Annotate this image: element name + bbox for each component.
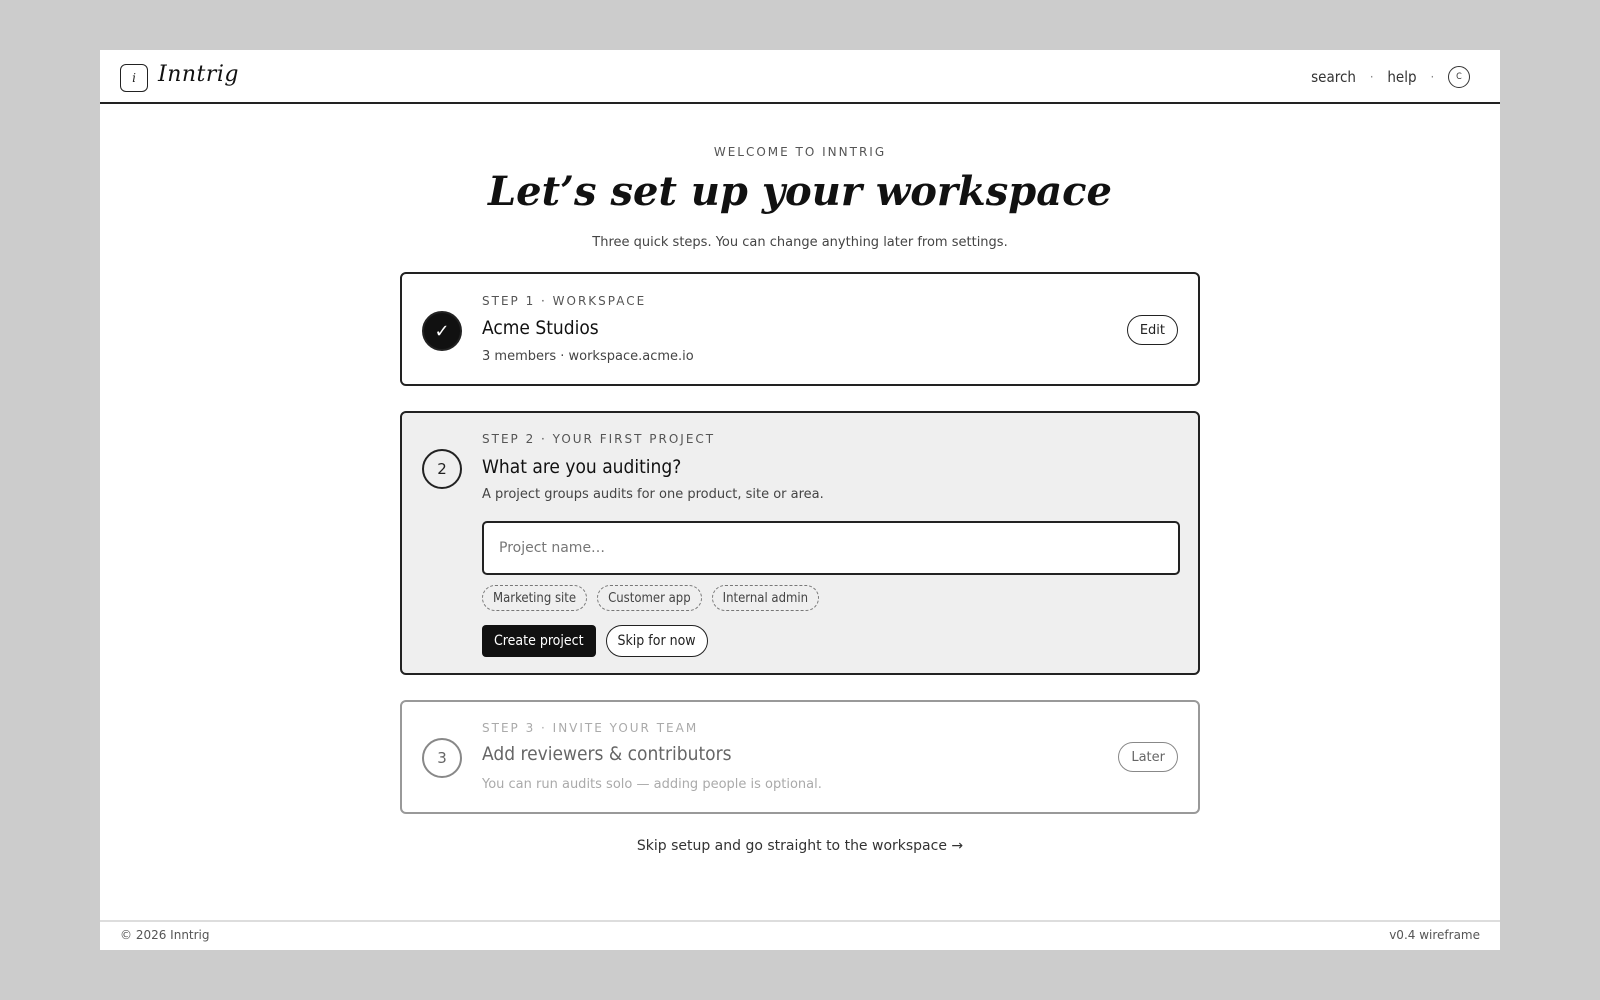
step-label: STEP 1 · WORKSPACE	[482, 294, 647, 308]
help-link[interactable]: help	[1387, 68, 1416, 86]
page-title: Let’s set up your workspace	[488, 168, 1112, 215]
step-number: 3	[422, 738, 462, 778]
footer: © 2026 Inntrig v0.4 wireframe	[100, 920, 1500, 950]
suggestion-chip[interactable]: Customer app	[597, 585, 702, 611]
nav-separator: ·	[1369, 70, 1374, 84]
step-card-workspace: ✓ STEP 1 · WORKSPACE Acme Studios 3 memb…	[400, 272, 1200, 386]
copyright: © 2026 Inntrig	[120, 928, 210, 942]
step-title: Add reviewers & contributors	[482, 743, 732, 765]
step-card-team: 3 STEP 3 · INVITE YOUR TEAM Add reviewer…	[400, 700, 1200, 814]
edit-button[interactable]: Edit	[1126, 315, 1178, 345]
step-actions: Create project Skip for now	[482, 625, 708, 657]
top-nav: search · help · C	[1311, 65, 1470, 89]
step-description: 3 members · workspace.acme.io	[482, 349, 694, 364]
step-number: 2	[422, 449, 462, 489]
brand-name[interactable]: Inntrig	[158, 62, 239, 87]
logo-icon[interactable]: i	[120, 64, 148, 92]
nav-separator: ·	[1430, 70, 1434, 84]
step-title: What are you auditing?	[482, 456, 682, 478]
check-icon: ✓	[422, 311, 462, 351]
skip-setup-link-container: Skip setup and go straight to the worksp…	[100, 838, 1500, 854]
top-bar: i Inntrig search · help · C	[100, 50, 1500, 104]
step-card-project: 2 STEP 2 · YOUR FIRST PROJECT What are y…	[400, 411, 1200, 675]
suggestion-chip[interactable]: Marketing site	[482, 585, 588, 611]
search-link[interactable]: search	[1311, 68, 1356, 86]
suggestion-chip[interactable]: Internal admin	[711, 585, 820, 611]
welcome-eyebrow: WELCOME TO INNTRIG	[713, 145, 887, 159]
suggestion-chips: Marketing site Customer app Internal adm…	[482, 585, 820, 611]
skip-for-now-button[interactable]: Skip for now	[605, 625, 708, 657]
create-project-button[interactable]: Create project	[482, 625, 596, 657]
avatar[interactable]: C	[1448, 66, 1470, 88]
step-label: STEP 3 · INVITE YOUR TEAM	[482, 721, 699, 735]
later-button[interactable]: Later	[1118, 742, 1178, 772]
version-label: v0.4 wireframe	[1389, 928, 1480, 942]
step-label: STEP 2 · YOUR FIRST PROJECT	[482, 432, 716, 446]
page-subtitle: Three quick steps. You can change anythi…	[592, 235, 1008, 250]
skip-setup-link[interactable]: Skip setup and go straight to the worksp…	[637, 838, 963, 854]
project-name-input[interactable]	[482, 521, 1180, 575]
step-description: You can run audits solo — adding people …	[482, 777, 822, 792]
app-frame: i Inntrig search · help · C WELCOME TO I…	[100, 50, 1500, 950]
step-title: Acme Studios	[482, 317, 599, 339]
step-description: A project groups audits for one product,…	[482, 487, 824, 502]
